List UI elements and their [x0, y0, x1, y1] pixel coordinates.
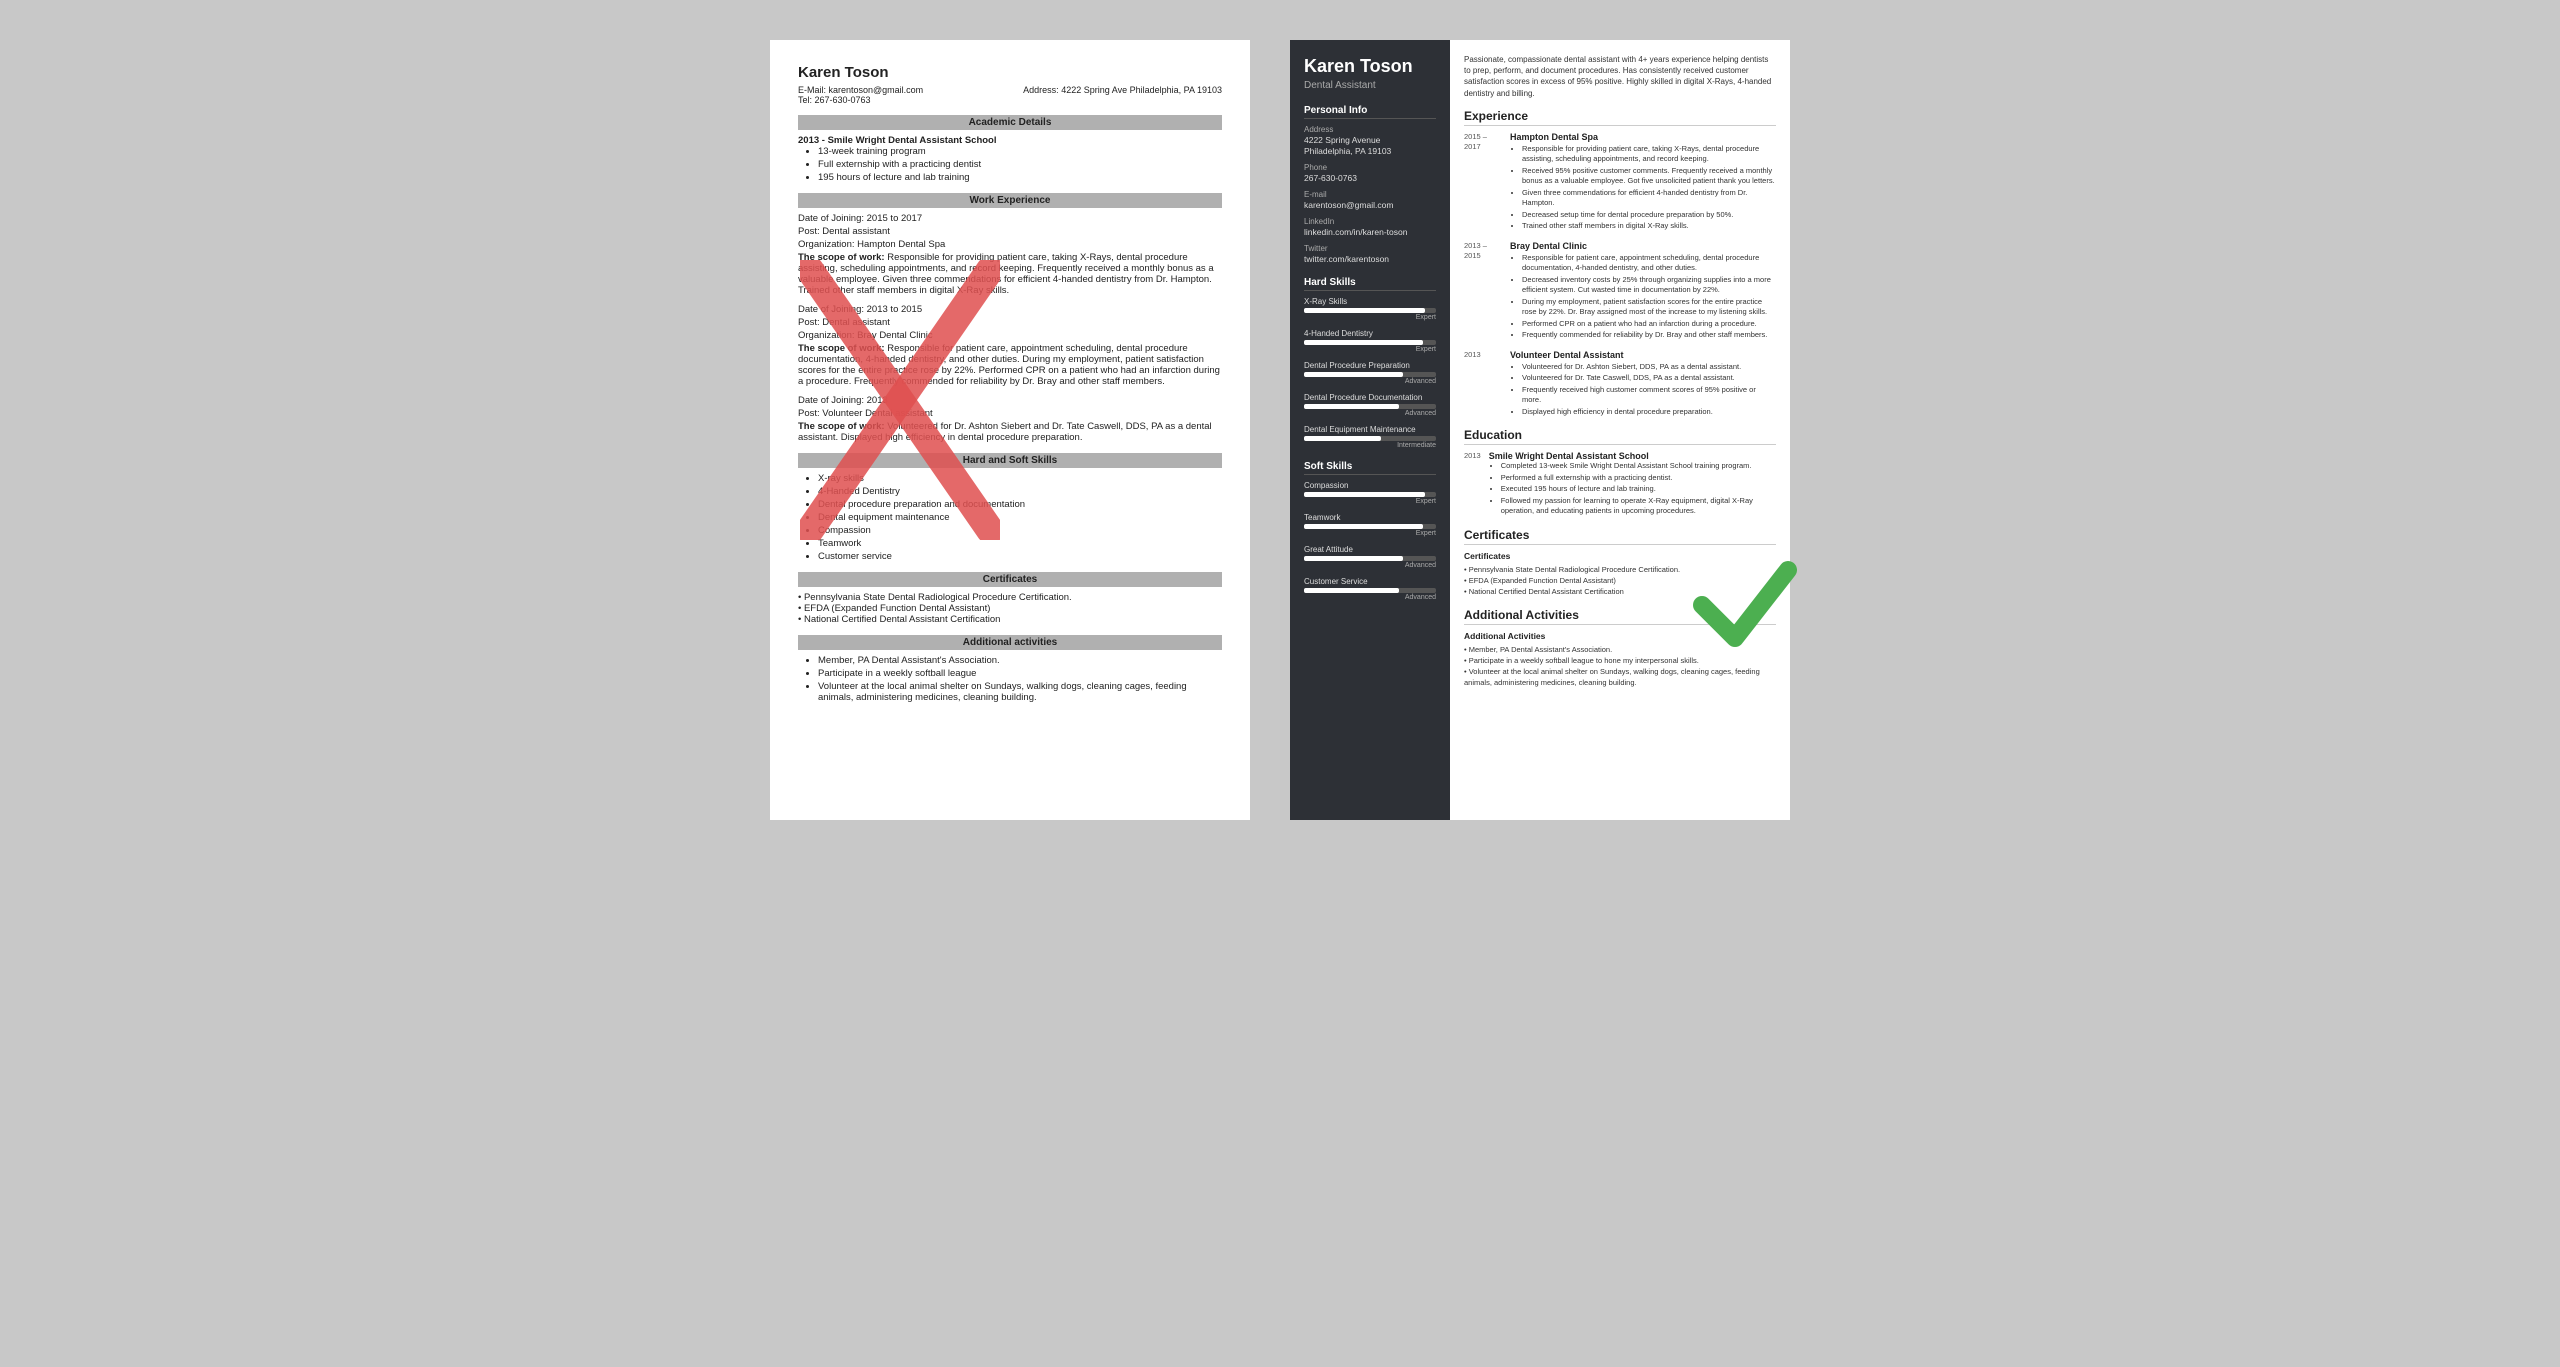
soft-skill-item: Teamwork Expert [1304, 513, 1436, 537]
additional-item: Volunteer at the local animal shelter on… [1464, 666, 1776, 689]
hard-skills-list: X-Ray Skills Expert 4-Handed Dentistry E… [1304, 297, 1436, 449]
certs-sub: Certificates [1464, 551, 1776, 561]
list-item: Dental procedure preparation and documen… [818, 499, 1222, 510]
right-name: Karen Toson [1304, 56, 1436, 78]
work-entry-1: Date of Joining: 2015 to 2017 Post: Dent… [798, 213, 1222, 296]
linkedin-label: LinkedIn [1304, 217, 1436, 226]
list-item: Volunteer at the local animal shelter on… [818, 681, 1222, 703]
personal-info-title: Personal Info [1304, 105, 1436, 119]
cert-item: Pennsylvania State Dental Radiological P… [1464, 564, 1776, 575]
list-item: Participate in a weekly softball league [818, 668, 1222, 679]
soft-skills-list: Compassion Expert Teamwork Expert Great … [1304, 481, 1436, 601]
experience-item: 2013 Volunteer Dental Assistant Voluntee… [1464, 350, 1776, 419]
additional-item: Participate in a weekly softball league … [1464, 655, 1776, 666]
cert-item: • Pennsylvania State Dental Radiological… [798, 592, 1222, 603]
experience-list: 2015 –2017 Hampton Dental Spa Responsibl… [1464, 132, 1776, 419]
hard-skill-item: Dental Equipment Maintenance Intermediat… [1304, 425, 1436, 449]
list-item: Full externship with a practicing dentis… [818, 159, 1222, 170]
list-item: Dental equipment maintenance [818, 512, 1222, 523]
experience-item: 2015 –2017 Hampton Dental Spa Responsibl… [1464, 132, 1776, 233]
twitter-label: Twitter [1304, 244, 1436, 253]
left-contact: E-Mail: karentoson@gmail.com Tel: 267-63… [798, 85, 1222, 105]
skills-section-header: Hard and Soft Skills [798, 453, 1222, 468]
soft-skill-item: Great Attitude Advanced [1304, 545, 1436, 569]
additional-sub: Additional Activities [1464, 631, 1776, 641]
right-title: Dental Assistant [1304, 80, 1436, 91]
summary: Passionate, compassionate dental assista… [1464, 54, 1776, 99]
address-value: 4222 Spring AvenuePhiladelphia, PA 19103 [1304, 135, 1436, 157]
hard-skill-item: X-Ray Skills Expert [1304, 297, 1436, 321]
additional-item: Member, PA Dental Assistant's Associatio… [1464, 644, 1776, 655]
certs-list: • Pennsylvania State Dental Radiological… [798, 592, 1222, 625]
additional-section-header: Additional activities [798, 635, 1222, 650]
academic-list: 13-week training program Full externship… [818, 146, 1222, 183]
education-title: Education [1464, 428, 1776, 445]
cert-item: National Certified Dental Assistant Cert… [1464, 586, 1776, 597]
right-sidebar: Karen Toson Dental Assistant Personal In… [1290, 40, 1450, 820]
linkedin-value: linkedin.com/in/karen-toson [1304, 227, 1436, 238]
certificates-title: Certificates [1464, 528, 1776, 545]
education-item: 2013 Smile Wright Dental Assistant Schoo… [1464, 451, 1776, 518]
experience-title: Experience [1464, 109, 1776, 126]
left-address: Address: 4222 Spring Ave Philadelphia, P… [1023, 85, 1222, 105]
academic-section-header: Academic Details [798, 115, 1222, 130]
additional-title: Additional Activities [1464, 608, 1776, 625]
cert-item: EFDA (Expanded Function Dental Assistant… [1464, 575, 1776, 586]
left-email: E-Mail: karentoson@gmail.com Tel: 267-63… [798, 85, 923, 105]
cert-item: • EFDA (Expanded Function Dental Assista… [798, 603, 1222, 614]
list-item: Member, PA Dental Assistant's Associatio… [818, 655, 1222, 666]
list-item: 4-Handed Dentistry [818, 486, 1222, 497]
soft-skills-title: Soft Skills [1304, 461, 1436, 475]
list-item: X-ray skills [818, 473, 1222, 484]
soft-skill-item: Customer Service Advanced [1304, 577, 1436, 601]
hard-skill-item: Dental Procedure Preparation Advanced [1304, 361, 1436, 385]
hard-skill-item: 4-Handed Dentistry Expert [1304, 329, 1436, 353]
skills-list: X-ray skills 4-Handed Dentistry Dental p… [818, 473, 1222, 562]
twitter-value: twitter.com/karentoson [1304, 254, 1436, 265]
additional-list: Member, PA Dental Assistant's Associatio… [818, 655, 1222, 703]
phone-value: 267-630-0763 [1304, 173, 1436, 184]
list-item: Compassion [818, 525, 1222, 536]
list-item: 13-week training program [818, 146, 1222, 157]
work-entry-3: Date of Joining: 2013 Post: Volunteer De… [798, 395, 1222, 443]
soft-skill-item: Compassion Expert [1304, 481, 1436, 505]
academic-entry: 2013 - Smile Wright Dental Assistant Sch… [798, 135, 1222, 183]
hard-skills-title: Hard Skills [1304, 277, 1436, 291]
experience-item: 2013 –2015 Bray Dental Clinic Responsibl… [1464, 241, 1776, 342]
left-name: Karen Toson [798, 64, 1222, 81]
right-main: Passionate, compassionate dental assista… [1450, 40, 1790, 820]
cert-item: • National Certified Dental Assistant Ce… [798, 614, 1222, 625]
email-label: E-mail [1304, 190, 1436, 199]
list-item: Teamwork [818, 538, 1222, 549]
work-entry-2: Date of Joining: 2013 to 2015 Post: Dent… [798, 304, 1222, 387]
email-value: karentoson@gmail.com [1304, 200, 1436, 211]
right-certs-list: Pennsylvania State Dental Radiological P… [1464, 564, 1776, 598]
certs-section-header: Certificates [798, 572, 1222, 587]
address-label: Address [1304, 125, 1436, 134]
list-item: Customer service [818, 551, 1222, 562]
left-resume: Karen Toson E-Mail: karentoson@gmail.com… [770, 40, 1250, 820]
right-resume: Karen Toson Dental Assistant Personal In… [1290, 40, 1790, 820]
list-item: 195 hours of lecture and lab training [818, 172, 1222, 183]
phone-label: Phone [1304, 163, 1436, 172]
education-entry: 2013 Smile Wright Dental Assistant Schoo… [1464, 451, 1776, 518]
work-section-header: Work Experience [798, 193, 1222, 208]
hard-skill-item: Dental Procedure Documentation Advanced [1304, 393, 1436, 417]
right-additional-list: Member, PA Dental Assistant's Associatio… [1464, 644, 1776, 689]
